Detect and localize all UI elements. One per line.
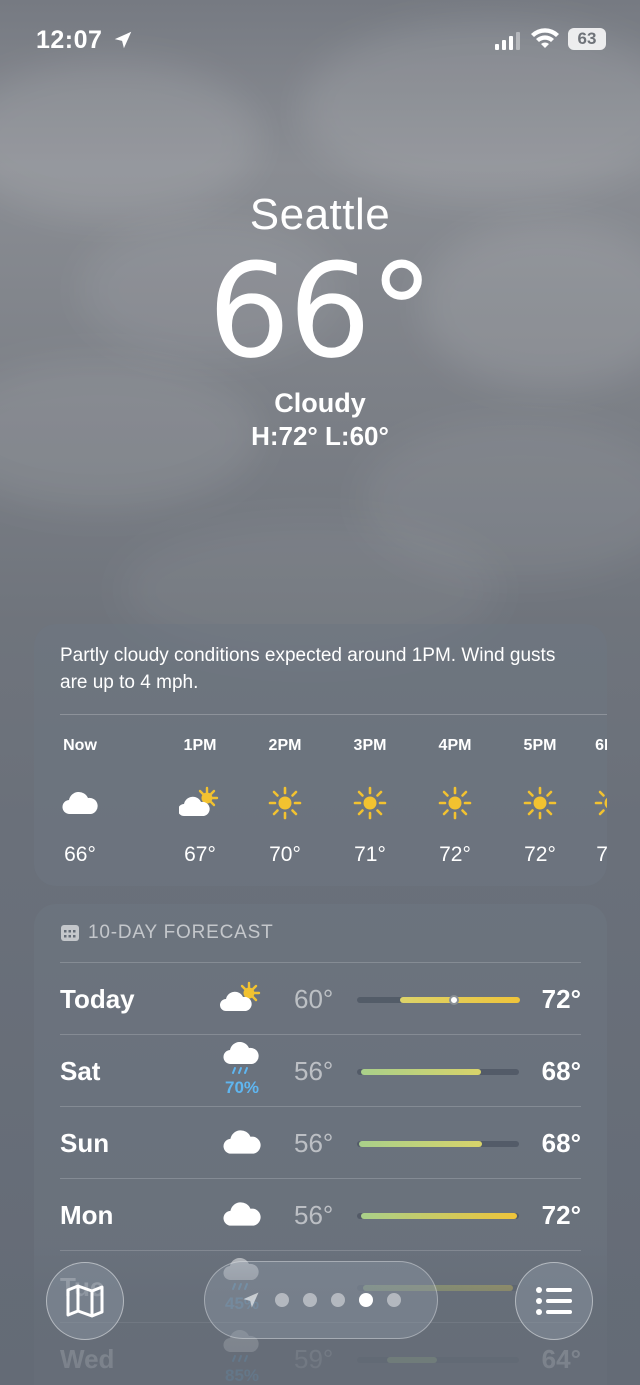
- forecast-summary: Partly cloudy conditions expected around…: [60, 645, 556, 693]
- temp-range-track: [357, 1213, 519, 1219]
- battery-indicator: 63: [568, 28, 606, 50]
- page-dot[interactable]: [303, 1293, 317, 1307]
- hour-item: 5PM 72°: [508, 734, 572, 867]
- hour-label: Now: [63, 737, 97, 754]
- temp-range-track: [357, 1141, 519, 1147]
- forecast-high: 64°: [541, 1344, 581, 1374]
- divider: [60, 1178, 581, 1179]
- partly-sunny-icon: [220, 981, 261, 1011]
- hour-temp: 72°: [439, 843, 471, 866]
- divider: [60, 962, 581, 963]
- temp-range-track: [357, 995, 520, 1005]
- sun-icon: [268, 786, 302, 820]
- forecast-row[interactable]: Sat 70% 56° 68°: [60, 1036, 581, 1108]
- forecast-day: Today: [60, 984, 135, 1014]
- map-button[interactable]: [46, 1262, 124, 1340]
- forecast-high: 68°: [541, 1128, 581, 1158]
- hour-temp: 66°: [64, 843, 96, 866]
- sun-icon: [438, 786, 472, 820]
- sun-icon: [353, 786, 387, 820]
- hour-temp: 71°: [596, 843, 607, 866]
- hour-label: 4PM: [438, 737, 472, 754]
- hour-label: 2PM: [268, 737, 302, 754]
- hour-label: 3PM: [353, 737, 387, 754]
- page-dot[interactable]: [275, 1293, 289, 1307]
- hour-item: 4PM 72°: [423, 734, 487, 867]
- sun-icon: [523, 786, 557, 820]
- page-dot[interactable]: [387, 1293, 401, 1307]
- high-low-text: H:72° L:60°: [251, 421, 389, 451]
- temp-range-track: [357, 1069, 519, 1075]
- hour-temp: 71°: [354, 843, 386, 866]
- forecast-low: 59°: [294, 1344, 334, 1374]
- forecast-low: 56°: [294, 1128, 334, 1158]
- status-time: 12:07: [36, 26, 103, 54]
- hourly-forecast-card[interactable]: Partly cloudy conditions expected around…: [34, 624, 607, 886]
- hour-temp: 67°: [184, 843, 216, 866]
- temp-range-bar: [361, 1213, 517, 1219]
- status-bar: 12:07 63: [0, 0, 640, 80]
- divider: [60, 1250, 581, 1251]
- temp-range-bar: [361, 1069, 481, 1075]
- forecast-day: Sun: [60, 1128, 110, 1158]
- hour-temp: 70°: [269, 843, 301, 866]
- hour-label: 1PM: [183, 737, 217, 754]
- forecast-header: 10-DAY FORECAST: [60, 922, 274, 944]
- forecast-high: 68°: [541, 1056, 581, 1086]
- partly-sunny-icon: [179, 786, 219, 816]
- page-dot-active[interactable]: [359, 1293, 373, 1307]
- page-dot[interactable]: [331, 1293, 345, 1307]
- wifi-icon: [531, 28, 559, 48]
- precipitation-chance: 85%: [224, 1366, 260, 1385]
- city-name: Seattle: [249, 190, 391, 239]
- hour-item: 1PM 67°: [168, 734, 232, 867]
- hour-item: Now 66°: [48, 734, 112, 867]
- forecast-day: Sat: [60, 1056, 101, 1086]
- hour-temp: 72°: [524, 843, 556, 866]
- divider: [60, 714, 607, 715]
- forecast-header-label: 10-DAY FORECAST: [88, 922, 274, 943]
- cellular-signal-icon: [495, 32, 520, 50]
- hour-item: 3PM 71°: [338, 734, 402, 867]
- forecast-low: 60°: [294, 984, 334, 1014]
- rain-cloud-icon: [223, 1042, 259, 1074]
- forecast-high: 72°: [541, 1200, 581, 1230]
- forecast-row[interactable]: Sun 56° 68°: [60, 1108, 581, 1180]
- cloud-icon: [223, 1130, 261, 1154]
- forecast-low: 56°: [294, 1200, 334, 1230]
- map-icon: [66, 1284, 104, 1318]
- hourly-list[interactable]: Now 66° 1PM 67° 2PM 70° 3PM 71° 4PM 72° …: [34, 734, 607, 884]
- forecast-row[interactable]: Today 60° 72°: [60, 964, 581, 1036]
- forecast-day: Mon: [60, 1200, 114, 1230]
- current-temperature: 66°: [207, 235, 434, 387]
- hour-item: 6PM 71°: [568, 734, 607, 867]
- city-list-button[interactable]: [515, 1262, 593, 1340]
- forecast-row[interactable]: Mon 56° 72°: [60, 1180, 581, 1252]
- precipitation-chance: 70%: [224, 1078, 260, 1097]
- location-arrow-icon: [114, 31, 132, 49]
- current-weather: Seattle 66° Cloudy H:72° L:60°: [0, 190, 640, 452]
- page-indicator[interactable]: [204, 1261, 438, 1339]
- list-icon: [536, 1287, 572, 1315]
- hour-label: 6PM: [595, 737, 607, 754]
- sun-icon: [594, 790, 607, 816]
- forecast-high: 72°: [541, 984, 581, 1014]
- forecast-day: Wed: [60, 1344, 115, 1374]
- condition-text: Cloudy: [274, 388, 366, 418]
- calendar-icon: [61, 925, 79, 941]
- cloud-icon: [62, 791, 98, 815]
- temp-range-track: [357, 1357, 519, 1363]
- hour-item: 2PM 70°: [253, 734, 317, 867]
- current-location-icon[interactable]: [241, 1290, 261, 1310]
- temp-range-bar: [400, 997, 520, 1003]
- divider: [60, 1034, 581, 1035]
- hour-label: 5PM: [523, 737, 557, 754]
- current-temp-dot: [449, 995, 459, 1005]
- temp-range-bar: [359, 1141, 482, 1147]
- cloud-icon: [223, 1202, 261, 1226]
- temp-range-bar: [387, 1357, 437, 1363]
- forecast-low: 56°: [294, 1056, 334, 1086]
- divider: [60, 1106, 581, 1107]
